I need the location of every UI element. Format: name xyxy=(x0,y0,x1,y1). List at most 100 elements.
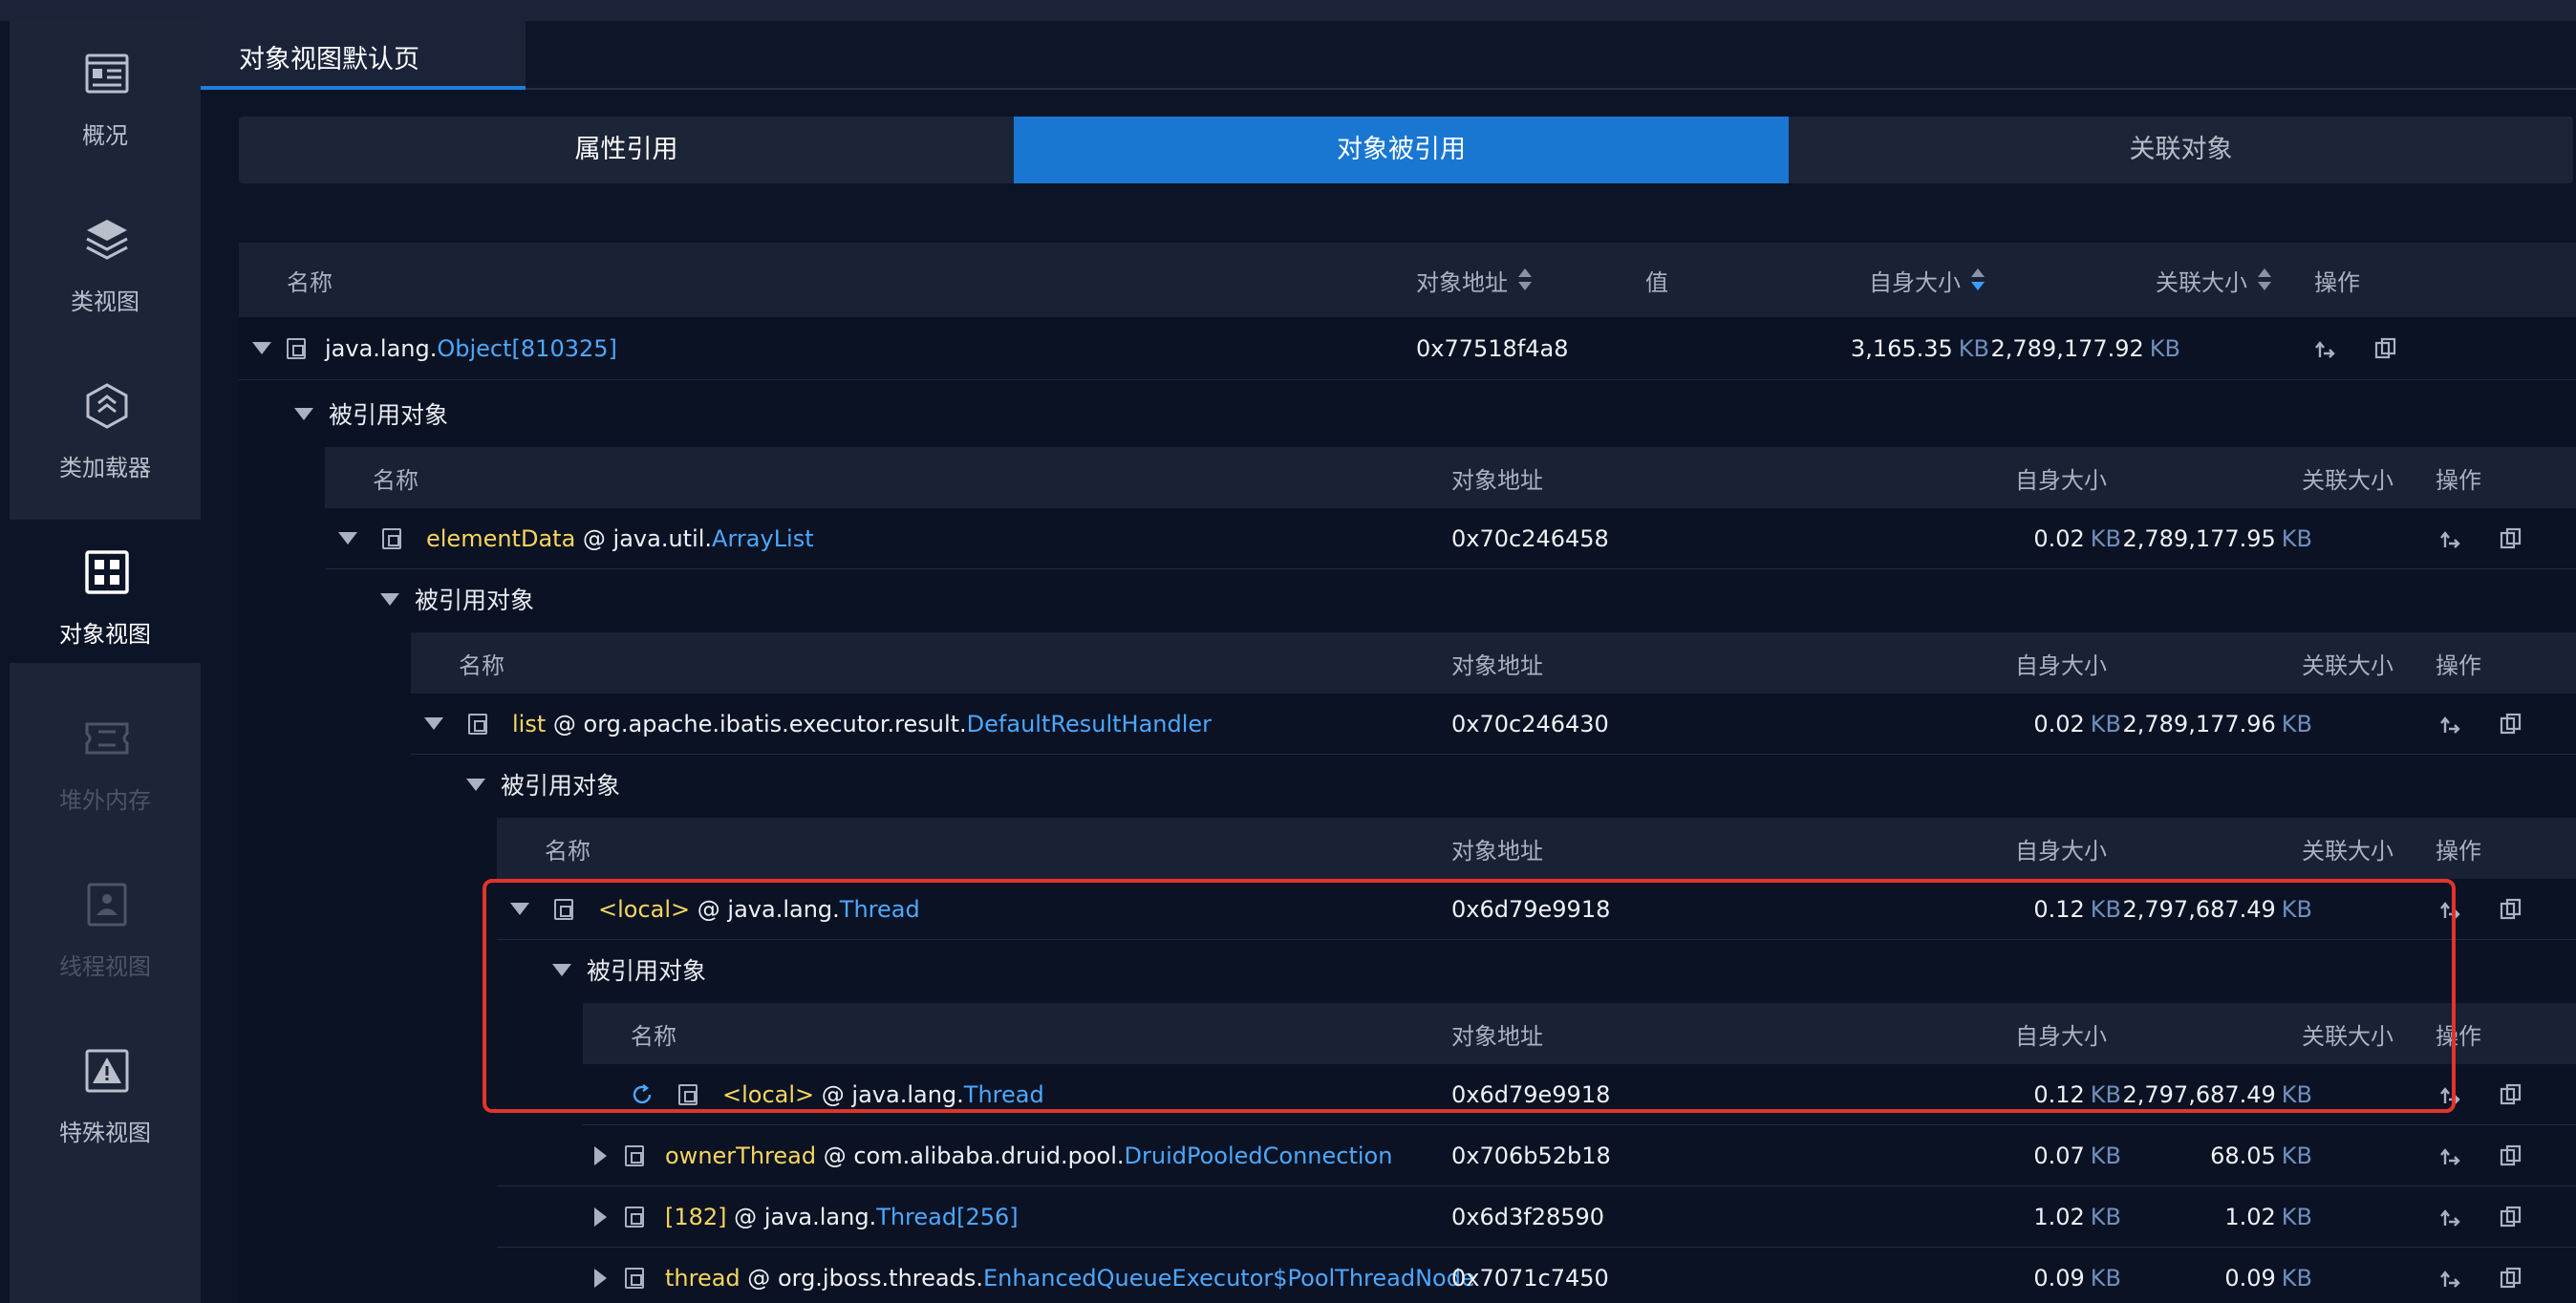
layers-icon xyxy=(86,220,128,260)
copy-icon[interactable] xyxy=(2499,1143,2523,1168)
table-row[interactable]: thread @ org.jboss.threads. EnhancedQueue… xyxy=(497,1248,2576,1303)
goto-icon[interactable] xyxy=(2439,1143,2464,1168)
self-size: 1.02 KB xyxy=(2033,1203,2121,1230)
row-actions xyxy=(2439,694,2523,754)
object-name: [182] @ java.lang. Thread[256] xyxy=(665,1203,1019,1230)
sidebar-label: 特殊视图 xyxy=(59,1120,151,1146)
goto-icon[interactable] xyxy=(2439,526,2464,551)
object-name: list @ org.apache.ibatis.executor.result… xyxy=(512,710,1213,737)
memory-icon xyxy=(85,722,129,755)
row-actions xyxy=(2439,1186,2523,1247)
header-name: 名称 xyxy=(545,837,590,865)
sidebar-item-class-view[interactable]: 类视图 xyxy=(10,187,201,331)
expand-toggle[interactable] xyxy=(594,1125,607,1186)
collapse-toggle[interactable] xyxy=(424,694,443,754)
self-size: 3,165.35 KB xyxy=(1850,334,1989,362)
goto-icon[interactable] xyxy=(2439,712,2464,737)
header-ops: 操作 xyxy=(2436,837,2481,865)
object-icon xyxy=(287,317,306,379)
sidebar-label: 对象视图 xyxy=(59,621,151,648)
sidebar-item-object-view[interactable]: 对象视图 xyxy=(10,520,201,663)
sidebar-item-class-loader[interactable]: 类加载器 xyxy=(10,353,201,497)
object-name: elementData @ java.util. ArrayList xyxy=(426,524,814,552)
object-address: 0x6d3f28590 xyxy=(1451,1203,1605,1230)
sidebar-item-off-heap[interactable]: 堆外内存 xyxy=(10,686,201,829)
object-address: 0x7071c7450 xyxy=(1451,1264,1609,1292)
nested-table-header: 名称 对象地址 自身大小 关联大小 操作 xyxy=(411,632,2576,694)
tab-related-objects[interactable]: 关联对象 xyxy=(1789,117,2573,183)
sidebar-item-special-view[interactable]: 特殊视图 xyxy=(10,1018,201,1162)
header-self-size: 自身大小 xyxy=(2015,837,2107,865)
goto-icon[interactable] xyxy=(2439,1266,2464,1291)
goto-icon[interactable] xyxy=(2439,1205,2464,1229)
retained-size: 2,789,177.92 KB xyxy=(1990,334,2180,362)
header-name: 名称 xyxy=(287,268,333,296)
referenced-by-group[interactable]: 被引用对象 xyxy=(239,380,2576,447)
copy-icon[interactable] xyxy=(2499,1205,2523,1229)
class-loader-icon xyxy=(86,383,128,429)
object-icon xyxy=(382,508,401,568)
object-address: 0x70c246458 xyxy=(1451,524,1609,552)
collapse-toggle[interactable] xyxy=(252,317,271,379)
overview-icon xyxy=(85,53,129,94)
retained-size: 68.05 KB xyxy=(2210,1142,2312,1169)
header-ops: 操作 xyxy=(2436,652,2481,679)
row-actions xyxy=(2314,317,2398,379)
header-ops: 操作 xyxy=(2436,466,2481,494)
tab-label: 对象视图默认页 xyxy=(239,45,419,75)
sort-icon[interactable] xyxy=(2257,267,2272,292)
sidebar-item-overview[interactable]: 概况 xyxy=(10,21,201,164)
header-retained-size: 关联大小 xyxy=(2302,466,2394,494)
referenced-by-group[interactable]: 被引用对象 xyxy=(411,751,2576,818)
copy-icon[interactable] xyxy=(2499,897,2523,922)
self-size: 0.02 KB xyxy=(2033,524,2121,552)
copy-icon[interactable] xyxy=(2499,1266,2523,1291)
view-segment-control: 属性引用 对象被引用 关联对象 xyxy=(239,117,2573,183)
header-retained-size: 关联大小 xyxy=(2302,652,2394,679)
copy-icon[interactable] xyxy=(2499,526,2523,551)
header-self-size: 自身大小 xyxy=(2015,652,2107,679)
header-self-size[interactable]: 自身大小 xyxy=(1869,243,1986,317)
tab-attribute-references[interactable]: 属性引用 xyxy=(239,117,1014,183)
collapse-toggle[interactable] xyxy=(294,380,313,447)
collapse-toggle[interactable] xyxy=(380,566,399,632)
copy-icon[interactable] xyxy=(2499,1082,2523,1107)
document-tab-bar: 对象视图默认页 xyxy=(201,21,2576,90)
object-address: 0x77518f4a8 xyxy=(1416,334,1569,362)
header-address[interactable]: 对象地址 xyxy=(1416,243,1533,317)
sidebar-label: 线程视图 xyxy=(59,953,151,980)
referenced-by-group[interactable]: 被引用对象 xyxy=(325,566,2576,632)
header-address: 对象地址 xyxy=(1451,466,1543,494)
row-actions xyxy=(2439,508,2523,568)
header-address: 对象地址 xyxy=(1451,837,1543,865)
copy-icon[interactable] xyxy=(2499,712,2523,737)
collapse-toggle[interactable] xyxy=(338,508,357,568)
sort-icon[interactable] xyxy=(1970,267,1986,292)
row-actions xyxy=(2439,1125,2523,1186)
goto-icon[interactable] xyxy=(2314,336,2339,361)
table-row[interactable]: java.lang. Object[810325] 0x77518f4a8 3,1… xyxy=(239,317,2576,380)
table-row[interactable]: elementData @ java.util. ArrayList 0x70c2… xyxy=(325,508,2576,569)
header-name: 名称 xyxy=(459,652,504,679)
nested-table-header: 名称 对象地址 自身大小 关联大小 操作 xyxy=(325,447,2576,508)
copy-icon[interactable] xyxy=(2373,336,2398,361)
retained-size: 2,789,177.96 KB xyxy=(2122,710,2312,737)
sidebar-item-thread-view[interactable]: 线程视图 xyxy=(10,852,201,995)
table-row[interactable]: list @ org.apache.ibatis.executor.result… xyxy=(411,694,2576,755)
expand-toggle[interactable] xyxy=(594,1186,607,1247)
header-self-size: 自身大小 xyxy=(2015,466,2107,494)
table-row[interactable]: ownerThread @ com.alibaba.druid.pool. Dru… xyxy=(497,1125,2576,1186)
self-size: 0.07 KB xyxy=(2033,1142,2121,1169)
header-retained-size[interactable]: 关联大小 xyxy=(2156,243,2272,317)
object-table: 名称 对象地址 值 自身大小 关联大小 操作 java.lang. Object[… xyxy=(239,243,2576,1303)
retained-size: 2,789,177.95 KB xyxy=(2122,524,2312,552)
object-icon xyxy=(625,1125,644,1186)
collapse-toggle[interactable] xyxy=(466,751,485,818)
tab-object-view-default[interactable]: 对象视图默认页 xyxy=(201,21,526,90)
header-address: 对象地址 xyxy=(1451,652,1543,679)
table-row[interactable]: [182] @ java.lang. Thread[256] 0x6d3f2859… xyxy=(497,1186,2576,1248)
object-name: thread @ org.jboss.threads. EnhancedQueue… xyxy=(665,1264,1475,1292)
expand-toggle[interactable] xyxy=(594,1248,607,1303)
sort-icon[interactable] xyxy=(1517,267,1533,292)
tab-referenced-by[interactable]: 对象被引用 xyxy=(1014,117,1789,183)
